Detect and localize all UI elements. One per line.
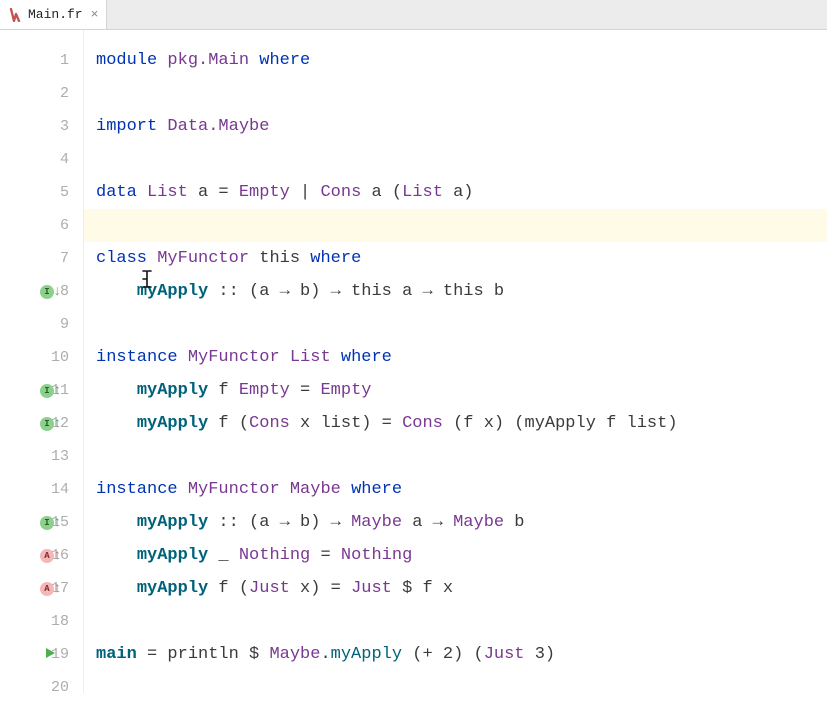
line-number: 7 xyxy=(45,250,69,267)
gutter-line[interactable]: 7 xyxy=(0,242,83,275)
gutter-line[interactable]: 6 xyxy=(0,209,83,242)
implements-gutter-icon[interactable]: I xyxy=(40,514,61,531)
file-tab[interactable]: Main.fr × xyxy=(0,0,107,29)
line-number: 6 xyxy=(45,217,69,234)
gutter-line[interactable]: 18 xyxy=(0,605,83,638)
gutter-line[interactable]: 3 xyxy=(0,110,83,143)
overrides-gutter-icon[interactable]: A xyxy=(40,547,61,564)
gutter-line[interactable]: 13 xyxy=(0,440,83,473)
code-line-current[interactable] xyxy=(84,209,827,242)
code-line[interactable] xyxy=(96,77,827,110)
gutter-line[interactable]: 9 xyxy=(0,308,83,341)
overrides-gutter-icon[interactable]: A xyxy=(40,580,61,597)
line-number: 2 xyxy=(45,85,69,102)
gutter: 1 2 3 4 5 6 7 I8 9 10 I11I12 13 14 I15A16A17 18 19 20 xyxy=(0,30,84,693)
code-line[interactable]: import Data.Maybe xyxy=(96,110,827,143)
code-line[interactable]: myApply _ Nothing = Nothing xyxy=(96,539,827,572)
line-number: 13 xyxy=(45,448,69,465)
code-line[interactable] xyxy=(96,605,827,638)
code-line[interactable]: class MyFunctor this where xyxy=(96,242,827,275)
code-line[interactable]: myApply :: (a → b) → this a → this b xyxy=(96,275,827,308)
gutter-line[interactable]: A17 xyxy=(0,572,83,605)
code-line[interactable]: myApply f Empty = Empty xyxy=(96,374,827,407)
gutter-line[interactable]: 5 xyxy=(0,176,83,209)
code-line[interactable]: data List a = Empty | Cons a (List a) xyxy=(96,176,827,209)
gutter-line[interactable]: I11 xyxy=(0,374,83,407)
gutter-line[interactable]: 19 xyxy=(0,638,83,671)
code-line[interactable] xyxy=(96,671,827,704)
code-line[interactable]: instance MyFunctor List where xyxy=(96,341,827,374)
run-gutter-icon[interactable] xyxy=(44,647,56,663)
tab-filename: Main.fr xyxy=(28,0,83,30)
code-line[interactable]: myApply :: (a → b) → Maybe a → Maybe b xyxy=(96,506,827,539)
tab-bar: Main.fr × xyxy=(0,0,827,30)
editor: 1 2 3 4 5 6 7 I8 9 10 I11I12 13 14 I15A16A17 18 19 20 mo… xyxy=(0,30,827,693)
line-number: 18 xyxy=(45,613,69,630)
code-line[interactable] xyxy=(96,143,827,176)
gutter-line[interactable]: I12 xyxy=(0,407,83,440)
code-line[interactable]: module pkg.Main where xyxy=(96,44,827,77)
gutter-line[interactable]: 2 xyxy=(0,77,83,110)
code-line[interactable]: myApply f (Cons x list) = Cons (f x) (my… xyxy=(96,407,827,440)
code-area[interactable]: module pkg.Main where import Data.Maybe … xyxy=(84,30,827,693)
gutter-line[interactable]: 14 xyxy=(0,473,83,506)
line-number: 1 xyxy=(45,52,69,69)
code-line[interactable] xyxy=(96,440,827,473)
line-number: 4 xyxy=(45,151,69,168)
gutter-line[interactable]: 20 xyxy=(0,671,83,704)
line-number: 5 xyxy=(45,184,69,201)
line-number: 20 xyxy=(45,679,69,696)
gutter-line[interactable]: 10 xyxy=(0,341,83,374)
line-number: 10 xyxy=(45,349,69,366)
code-line[interactable]: instance MyFunctor Maybe where xyxy=(96,473,827,506)
gutter-line[interactable]: I8 xyxy=(0,275,83,308)
implements-gutter-icon[interactable]: I xyxy=(40,382,61,399)
code-line[interactable]: myApply f (Just x) = Just $ f x xyxy=(96,572,827,605)
gutter-line[interactable]: 1 xyxy=(0,44,83,77)
implements-gutter-icon[interactable]: I xyxy=(40,415,61,432)
code-line[interactable]: main = println $ Maybe.myApply (+ 2) (Ju… xyxy=(96,638,827,671)
implements-gutter-icon[interactable]: I xyxy=(40,283,61,300)
frege-file-icon xyxy=(8,8,22,22)
code-line[interactable] xyxy=(96,308,827,341)
close-icon[interactable]: × xyxy=(91,0,99,30)
line-number: 3 xyxy=(45,118,69,135)
gutter-line[interactable]: 4 xyxy=(0,143,83,176)
gutter-line[interactable]: I15 xyxy=(0,506,83,539)
line-number: 14 xyxy=(45,481,69,498)
line-number: 9 xyxy=(45,316,69,333)
gutter-line[interactable]: A16 xyxy=(0,539,83,572)
